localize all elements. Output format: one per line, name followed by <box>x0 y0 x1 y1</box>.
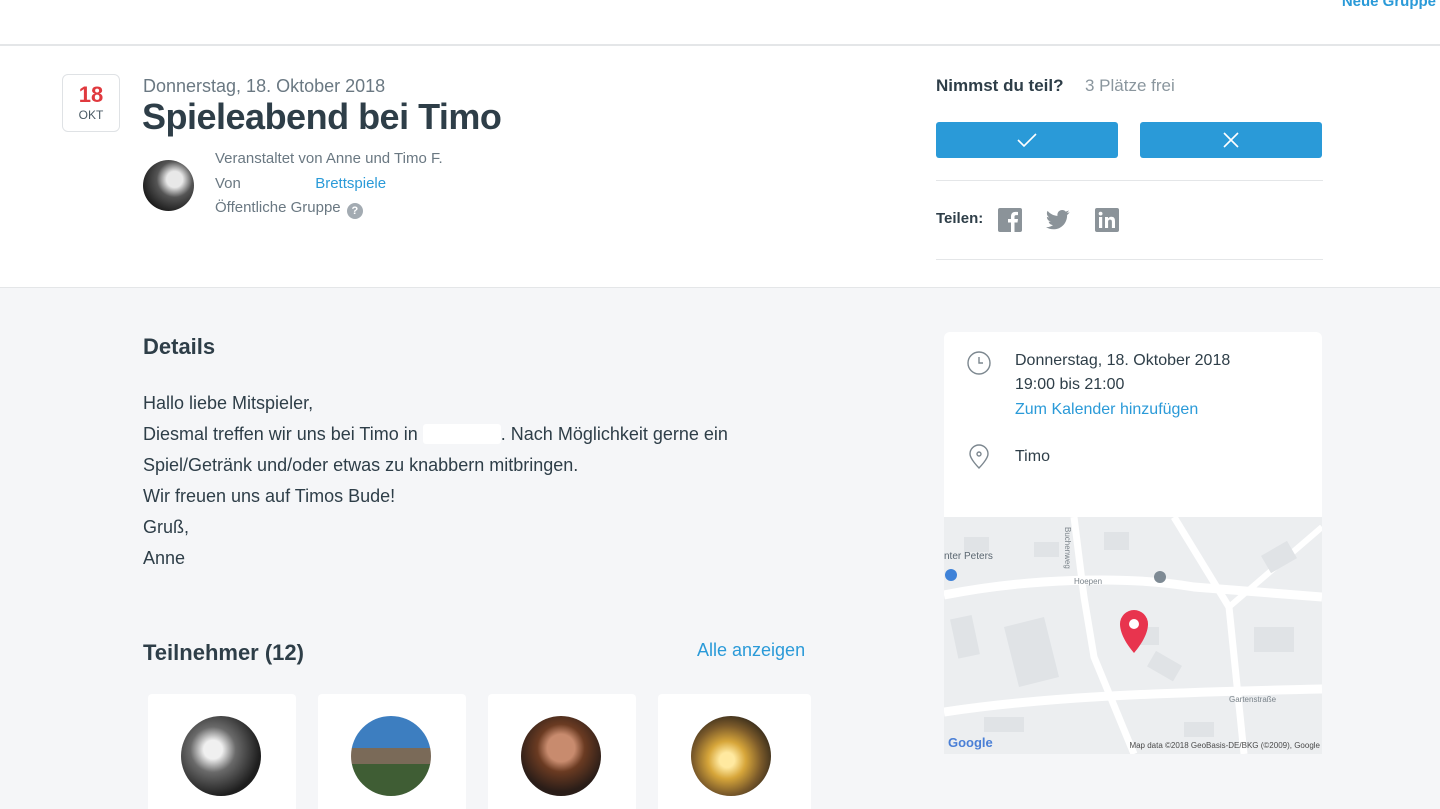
divider <box>936 259 1323 260</box>
host-avatar[interactable] <box>143 160 194 211</box>
from-prefix: Von <box>215 175 241 192</box>
group-type: Öffentliche Gruppe <box>215 199 341 216</box>
participant-avatar <box>181 716 261 796</box>
event-main: Details Hallo liebe Mitspieler, Diesmal … <box>0 288 1440 809</box>
show-all-link[interactable]: Alle anzeigen <box>697 640 805 661</box>
participants-heading: Teilnehmer (12) <box>143 640 304 665</box>
map-street-label: Gartenstraße <box>1229 695 1277 704</box>
participant-avatar <box>691 716 771 796</box>
details-line: Spiel/Getränk und/oder etwas zu knabbern… <box>143 455 579 475</box>
participant-card[interactable] <box>148 694 296 809</box>
participant-avatar <box>351 716 431 796</box>
divider <box>936 180 1323 181</box>
info-location: Timo <box>1015 448 1050 465</box>
map-graphic <box>944 517 1322 754</box>
rsvp-no-button[interactable] <box>1140 122 1322 158</box>
rsvp-yes-button[interactable] <box>936 122 1118 158</box>
event-info-card: Donnerstag, 18. Oktober 2018 19:00 bis 2… <box>944 332 1322 517</box>
date-badge-month: OKT <box>78 108 104 122</box>
google-logo: Google <box>948 735 993 750</box>
close-icon <box>1223 132 1239 148</box>
details-text: Hallo liebe Mitspieler, Diesmal treffen … <box>143 388 728 574</box>
info-date: Donnerstag, 18. Oktober 2018 <box>1015 352 1231 369</box>
details-line: Diesmal treffen wir uns bei Timo in . Na… <box>143 419 728 450</box>
location-map[interactable]: nter Peters Buchenweg Hoepen Gartenstraß… <box>944 517 1322 754</box>
details-line: Anne <box>143 548 186 568</box>
details-line-part: Diesmal treffen wir uns bei Timo in <box>143 424 418 444</box>
event-date: Donnerstag, 18. Oktober 2018 <box>143 76 386 96</box>
rsvp-spots: 3 Plätze frei <box>1085 76 1175 95</box>
new-group-link[interactable]: Neue Gruppe <box>1342 0 1436 10</box>
add-to-calendar-link[interactable]: Zum Kalender hinzufügen <box>1015 401 1198 419</box>
organizer-text: Veranstaltet von Anne und Timo F. <box>215 150 443 167</box>
facebook-icon[interactable] <box>998 208 1022 232</box>
check-icon <box>1017 133 1037 148</box>
map-street-label: Buchenweg <box>1063 527 1072 569</box>
help-icon[interactable]: ? <box>346 203 363 219</box>
event-header: 18 OKT Donnerstag, 18. Oktober 2018 Spie… <box>0 46 1440 288</box>
details-line: Gruß, <box>143 517 190 537</box>
details-heading: Details <box>143 334 216 359</box>
date-badge: 18 OKT <box>62 74 120 132</box>
participant-avatar <box>521 716 601 796</box>
date-badge-day: 18 <box>78 82 104 107</box>
top-bar: Neue Gruppe <box>0 0 1440 46</box>
share-label: Teilen: <box>936 210 984 227</box>
clock-icon <box>967 351 991 375</box>
details-line-part: . Nach Möglichkeit gerne ein <box>500 424 728 444</box>
location-pin-icon <box>969 444 989 469</box>
details-line: Wir freuen uns auf Timos Bude! <box>143 486 396 506</box>
map-street-label: Hoepen <box>1074 577 1103 586</box>
group-type-line: Öffentliche Gruppe ? <box>215 199 363 219</box>
rsvp-question: Nimmst du teil? <box>936 76 1064 95</box>
redacted-text <box>422 424 501 444</box>
group-line: Von Brettspiele <box>215 175 386 192</box>
map-poi-label: nter Peters <box>944 551 993 562</box>
linkedin-icon[interactable] <box>1095 208 1119 232</box>
participant-card[interactable] <box>488 694 636 809</box>
participant-card[interactable] <box>318 694 466 809</box>
participant-card[interactable] <box>658 694 811 809</box>
info-time: 19:00 bis 21:00 <box>1015 376 1125 393</box>
group-link[interactable]: Brettspiele <box>315 175 386 192</box>
details-line: Hallo liebe Mitspieler, <box>143 393 314 413</box>
map-attribution: Map data ©2018 GeoBasis-DE/BKG (©2009), … <box>1129 741 1320 750</box>
twitter-icon[interactable] <box>1046 208 1070 232</box>
event-title: Spieleabend bei Timo <box>142 96 502 137</box>
